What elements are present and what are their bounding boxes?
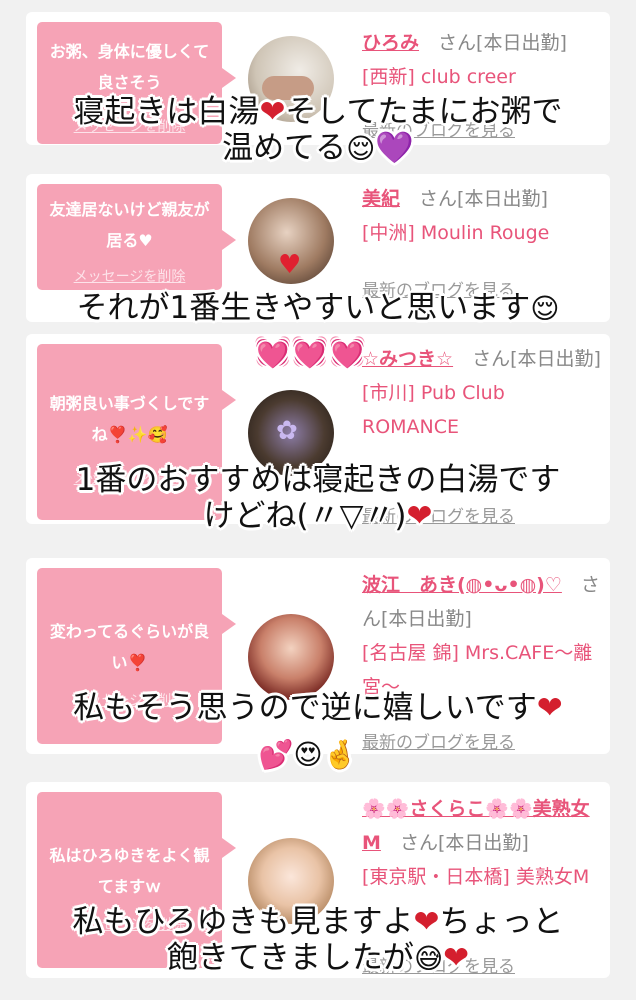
caption-text: 温めてる bbox=[222, 130, 347, 166]
emoji-row: 💕😍🤞 bbox=[0, 736, 626, 773]
cast-name-link[interactable]: 波江 あき(◍•ᴗ•◍)♡ bbox=[362, 574, 562, 596]
cast-info: 🌸🌸さくらこ🌸🌸美熟女M さん[本日出勤] [東京駅・日本橋] 美熟女M 最新の… bbox=[362, 792, 602, 977]
caption-text: 飽きてきましたが bbox=[166, 940, 414, 976]
cast-name-link[interactable]: ☆みつき☆ bbox=[362, 348, 453, 370]
message-text: お粥、身体に優しくて良さそう bbox=[49, 42, 210, 92]
message-text: 私はひろゆきをよく観てますｗ bbox=[49, 846, 210, 896]
caption-text: そしてたまにお粥で bbox=[285, 94, 563, 130]
cast-name-link[interactable]: ひろみ bbox=[362, 32, 419, 54]
overlay-caption: 寝起きは白湯❤そしてたまにお粥で 温めてる😌💜 bbox=[0, 94, 636, 167]
shop-name: [市川] Pub Club ROMANCE bbox=[362, 382, 505, 438]
overlay-caption: 私もそう思うので逆に嬉しいです❤ bbox=[0, 690, 636, 726]
floating-hearts: 💓💓💓 bbox=[254, 338, 366, 368]
butterfly-sticker-icon: ✿ bbox=[276, 416, 298, 446]
cast-info: 美紀 さん[本日出勤] [中洲] Moulin Rouge 最新のブログを見る bbox=[362, 182, 602, 301]
cast-status: さん[本日出勤] bbox=[399, 832, 529, 854]
shop-name: [西新] club creer bbox=[362, 66, 516, 88]
relieved-face-icon: 😌 bbox=[530, 292, 560, 325]
cast-info: ☆みつき☆ さん[本日出勤] [市川] Pub Club ROMANCE 最新の… bbox=[362, 342, 602, 527]
heart-sticker-icon: ♥ bbox=[278, 250, 302, 280]
caption-text: 私もひろゆきも見ますよ bbox=[72, 904, 414, 940]
purple-heart-icon: 💜 bbox=[375, 130, 414, 166]
cast-status: さん[本日出勤] bbox=[438, 32, 567, 54]
message-text: 朝粥良い事づくしですね❣️✨🥰 bbox=[49, 394, 210, 444]
overlay-caption: 私もひろゆきも見ますよ❤ちょっと 飽きてきましたが😅❤ bbox=[0, 904, 636, 977]
message-text: 友達居ないけど親友が居る♥ bbox=[49, 200, 210, 250]
cast-info: 波江 あき(◍•ᴗ•◍)♡ さん[本日出勤] [名古屋 錦] Mrs.CAFE～… bbox=[362, 568, 602, 753]
caption-text: 1番のおすすめは寝起きの白湯です bbox=[75, 462, 561, 498]
caption-text: 私もそう思うので逆に嬉しいです bbox=[73, 690, 537, 726]
heart-icon: ❤ bbox=[443, 940, 470, 976]
heart-icon: ❤ bbox=[259, 94, 286, 130]
beating-heart-icon: 💓💓💓 bbox=[254, 335, 367, 370]
cast-status: さん[本日出勤] bbox=[419, 188, 548, 210]
heart-icon: ❤ bbox=[406, 498, 433, 534]
overlay-caption: それが1番生きやすいと思います😌 bbox=[0, 290, 636, 327]
heart-icon: ❤ bbox=[536, 690, 563, 726]
caption-text: 寝起きは白湯 bbox=[73, 94, 260, 130]
overlay-caption: 1番のおすすめは寝起きの白湯です けどね(〃▽〃)❤ bbox=[0, 462, 636, 534]
caption-text: けどね(〃▽〃) bbox=[203, 498, 407, 534]
caption-text: それが1番生きやすいと思います bbox=[76, 290, 531, 326]
heart-eyes-face-icon: 💕😍🤞 bbox=[258, 738, 358, 771]
avatar[interactable] bbox=[248, 614, 334, 700]
message-text: 変わってるぐらいが良い❣️ bbox=[49, 622, 210, 672]
relieved-face-icon: 😌 bbox=[346, 132, 376, 165]
cast-name-link[interactable]: 美紀 bbox=[362, 188, 400, 210]
caption-text: ちょっと bbox=[439, 904, 564, 940]
cast-status: さん[本日出勤] bbox=[472, 348, 601, 370]
heart-icon: ❤ bbox=[413, 904, 440, 940]
shop-name: [東京駅・日本橋] 美熟女M bbox=[362, 866, 590, 888]
message-bubble: 友達居ないけど親友が居る♥ メッセージを削除 bbox=[37, 184, 236, 290]
delete-message-link[interactable]: メッセージを削除 bbox=[37, 268, 222, 286]
avatar[interactable]: ♥ bbox=[248, 198, 334, 284]
sweat-smile-icon: 😅 bbox=[413, 942, 444, 975]
shop-name: [中洲] Moulin Rouge bbox=[362, 222, 550, 244]
cast-info: ひろみ さん[本日出勤] [西新] club creer 最新のブログを見る bbox=[362, 26, 602, 141]
